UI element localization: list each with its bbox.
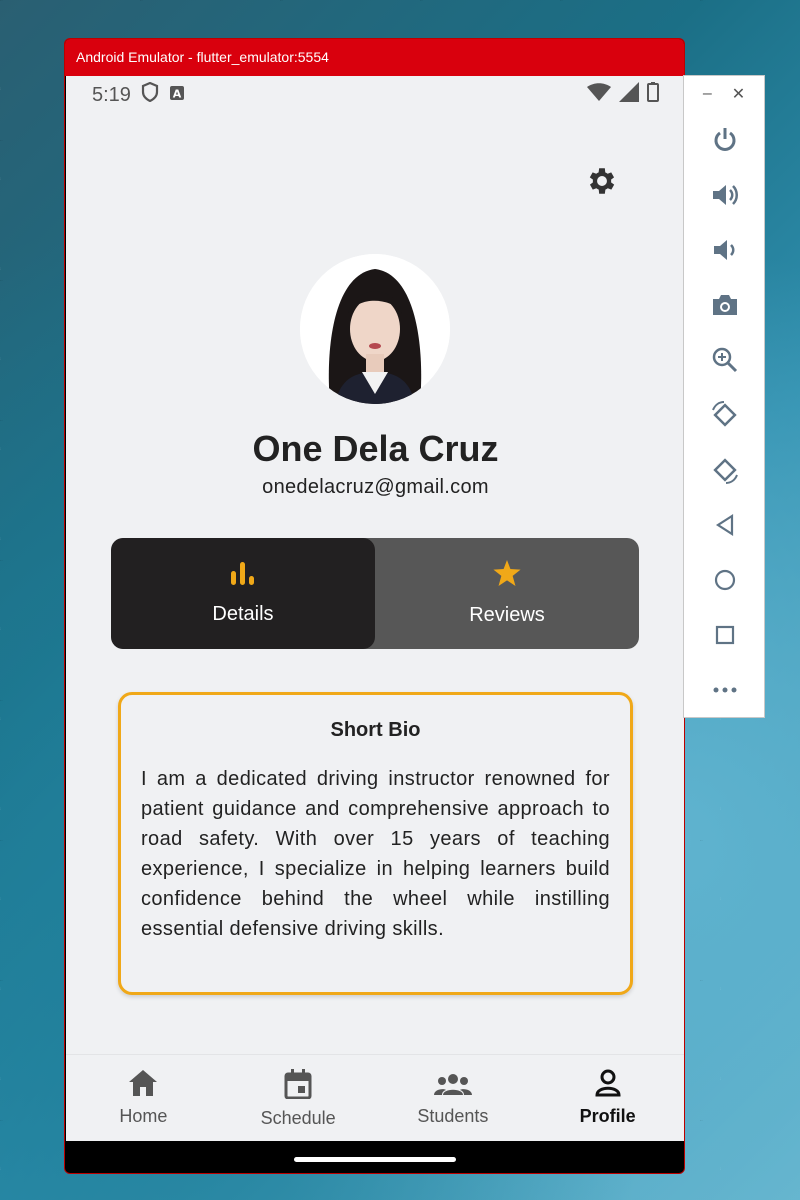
signal-icon bbox=[619, 82, 639, 108]
wifi-icon bbox=[587, 83, 611, 107]
nav-item-profile[interactable]: Profile bbox=[530, 1055, 684, 1141]
tab-details[interactable]: Details bbox=[111, 538, 375, 649]
status-bar: 5:19 A bbox=[66, 76, 684, 114]
battery-icon bbox=[647, 82, 659, 108]
person-icon bbox=[594, 1069, 622, 1102]
bottom-nav: Home Schedule Students Profile bbox=[66, 1054, 684, 1141]
bar-chart-icon bbox=[230, 561, 256, 591]
nav-item-students[interactable]: Students bbox=[376, 1055, 531, 1141]
nav-home-label: Home bbox=[119, 1106, 168, 1126]
home-circle-icon[interactable] bbox=[684, 552, 766, 607]
close-icon[interactable]: ✕ bbox=[732, 84, 745, 104]
bio-text: I am a dedicated driving instructor reno… bbox=[141, 768, 610, 940]
camera-icon[interactable] bbox=[684, 277, 766, 332]
volume-up-icon[interactable] bbox=[684, 167, 766, 222]
a-notification-icon: A bbox=[169, 84, 185, 107]
avatar[interactable] bbox=[300, 254, 450, 404]
status-time: 5:19 bbox=[92, 83, 131, 106]
more-icon[interactable] bbox=[684, 662, 766, 717]
rotate-left-icon[interactable] bbox=[684, 387, 766, 442]
bio-card: Short Bio I am a dedicated driving instr… bbox=[118, 692, 633, 995]
emulator-title[interactable]: Android Emulator - flutter_emulator:5554 bbox=[65, 39, 684, 76]
minimize-icon[interactable]: – bbox=[703, 85, 712, 103]
tab-details-label: Details bbox=[212, 603, 274, 625]
nav-students-label: Students bbox=[417, 1106, 489, 1126]
volume-down-icon[interactable] bbox=[684, 222, 766, 277]
side-panel-window-controls: – ✕ bbox=[684, 76, 764, 112]
phone-screen: 5:19 A One Dela Cruz onedelacruz@gmail.c… bbox=[66, 76, 684, 1141]
home-icon bbox=[128, 1069, 158, 1102]
nav-schedule-label: Schedule bbox=[260, 1108, 336, 1128]
tab-reviews[interactable]: Reviews bbox=[375, 538, 639, 649]
shield-icon bbox=[141, 81, 159, 108]
star-icon bbox=[493, 560, 521, 592]
nav-item-schedule[interactable]: Schedule bbox=[221, 1055, 376, 1141]
emulator-side-panel: – ✕ bbox=[683, 75, 765, 718]
svg-text:A: A bbox=[173, 87, 182, 100]
back-icon[interactable] bbox=[684, 497, 766, 552]
profile-tabs: Details Reviews bbox=[111, 538, 639, 649]
power-icon[interactable] bbox=[684, 112, 766, 167]
group-icon bbox=[433, 1069, 472, 1102]
calendar-icon bbox=[284, 1069, 312, 1104]
bio-title: Short Bio bbox=[330, 719, 421, 741]
gesture-home-bar[interactable] bbox=[294, 1157, 456, 1162]
nav-profile-label: Profile bbox=[579, 1106, 636, 1126]
profile-name: One Dela Cruz bbox=[252, 428, 499, 469]
tab-reviews-label: Reviews bbox=[469, 604, 545, 626]
emulator-window: Android Emulator - flutter_emulator:5554… bbox=[64, 38, 685, 1174]
settings-gear-icon[interactable] bbox=[585, 164, 619, 198]
nav-item-home[interactable]: Home bbox=[66, 1055, 221, 1141]
zoom-icon[interactable] bbox=[684, 332, 766, 387]
rotate-right-icon[interactable] bbox=[684, 442, 766, 497]
profile-email: onedelacruz@gmail.com bbox=[262, 476, 489, 498]
overview-icon[interactable] bbox=[684, 607, 766, 662]
